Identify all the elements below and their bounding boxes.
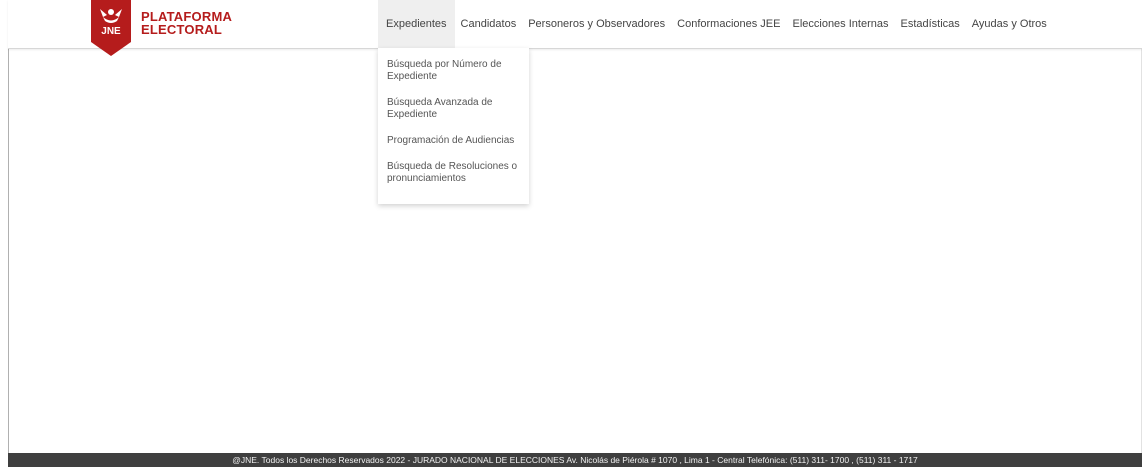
- dropdown-item-busqueda-avanzada[interactable]: Búsqueda Avanzada de Expediente: [378, 93, 529, 131]
- page-footer: @JNE. Todos los Derechos Reservados 2022…: [8, 453, 1142, 467]
- page-frame: [8, 0, 1142, 467]
- dropdown-item-busqueda-numero[interactable]: Búsqueda por Número de Expediente: [378, 55, 529, 93]
- main-menu: Expedientes Candidatos Personeros y Obse…: [378, 0, 1053, 48]
- menu-personeros-observadores[interactable]: Personeros y Observadores: [522, 0, 671, 48]
- dropdown-item-busqueda-resoluciones[interactable]: Búsqueda de Resoluciones o pronunciamien…: [378, 157, 529, 195]
- menu-conformaciones-jee[interactable]: Conformaciones JEE: [671, 0, 786, 48]
- menu-ayudas-otros[interactable]: Ayudas y Otros: [966, 0, 1053, 48]
- menu-elecciones-internas[interactable]: Elecciones Internas: [786, 0, 894, 48]
- footer-text: @JNE. Todos los Derechos Reservados 2022…: [232, 455, 918, 465]
- menu-expedientes[interactable]: Expedientes: [378, 0, 455, 48]
- plataforma-electoral-logo[interactable]: JNE PLATAFORMA ELECTORAL: [91, 0, 241, 58]
- logo-wordmark: PLATAFORMA ELECTORAL: [141, 10, 232, 36]
- logo-line-2: ELECTORAL: [141, 22, 223, 37]
- dropdown-item-programacion-audiencias[interactable]: Programación de Audiencias: [378, 131, 529, 157]
- menu-estadisticas[interactable]: Estadísticas: [894, 0, 965, 48]
- expedientes-dropdown: Búsqueda por Número de Expediente Búsque…: [378, 48, 529, 204]
- menu-candidatos[interactable]: Candidatos: [455, 0, 523, 48]
- logo-shield-text: JNE: [101, 26, 121, 37]
- jne-shield-icon: JNE: [91, 0, 131, 56]
